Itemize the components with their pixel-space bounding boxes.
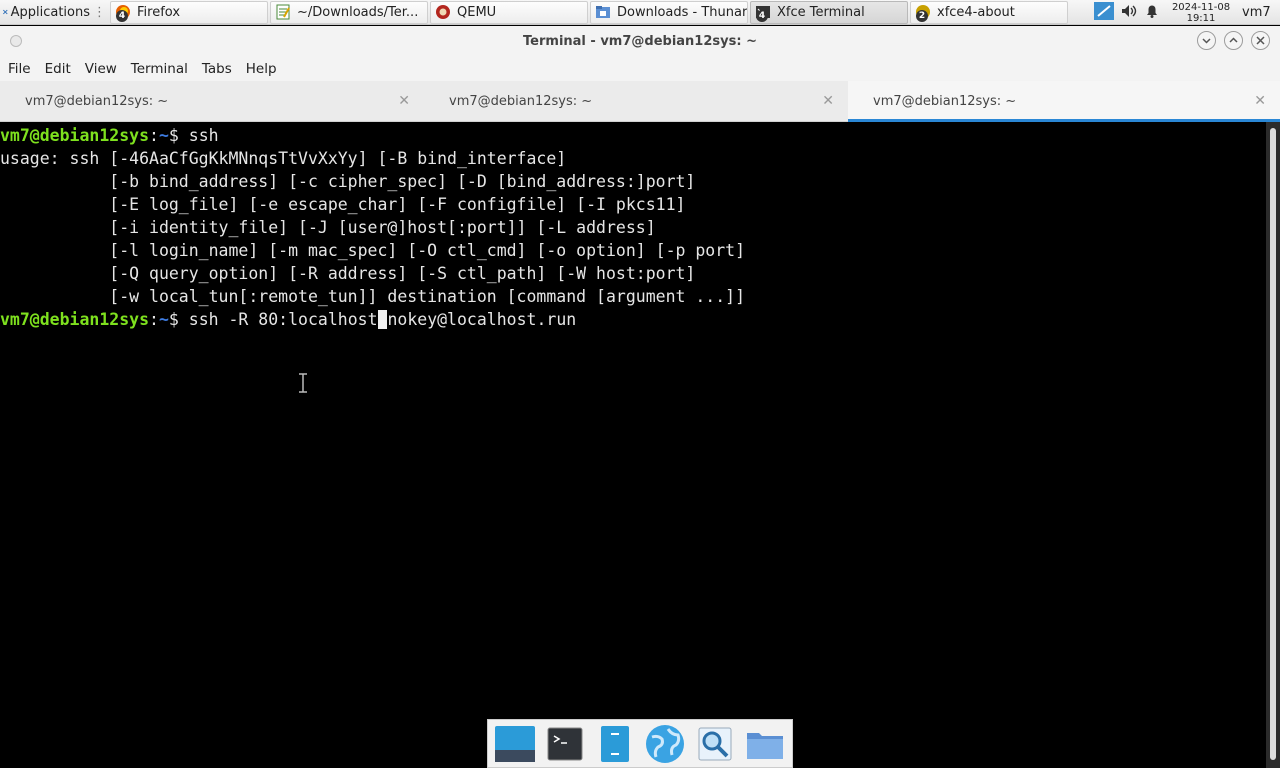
output-line: usage: ssh [-46AaCfGgKkMNnqsTtVvXxYy] [-… (0, 149, 567, 168)
prompt-line: vm7@debian12sys:~$ ssh -R 80:localhost n… (0, 308, 1266, 331)
task-thunar[interactable]: Downloads - Thunar (590, 0, 748, 24)
command-text: nokey@localhost.run (387, 310, 577, 329)
menu-help[interactable]: Help (246, 61, 291, 77)
window-count-badge: 4 (756, 10, 768, 22)
task-label: ~/Downloads/Ter... (297, 4, 419, 20)
window-count-badge: 4 (116, 10, 128, 22)
firefox-icon: 4 (115, 4, 131, 22)
prompt-path: ~ (158, 126, 169, 145)
menu-terminal[interactable]: Terminal (131, 61, 202, 77)
close-icon (1256, 36, 1265, 45)
folder-icon[interactable] (744, 723, 786, 765)
volume-icon[interactable] (1120, 3, 1138, 23)
menu-tabs[interactable]: Tabs (202, 61, 246, 77)
output-line: [-E log_file] [-e escape_char] [-F confi… (0, 195, 686, 214)
output-line: [-l login_name] [-m mac_spec] [-O ctl_cm… (0, 241, 746, 260)
output-line: [-i identity_file] [-J [user@]host[:port… (0, 218, 656, 237)
top-panel: Applications ⋮ 4 Firefox ~/Downloads/Ter… (0, 0, 1280, 25)
task-qemu[interactable]: QEMU (430, 0, 588, 24)
task-label: xfce4-about (937, 4, 1015, 20)
text-cursor (377, 310, 388, 329)
terminal-scrollbar[interactable] (1266, 122, 1280, 768)
prompt-dollar: $ (168, 310, 189, 329)
command-text: ssh -R 80:localhost (188, 310, 378, 329)
menu-edit[interactable]: Edit (45, 61, 85, 77)
maximize-icon (1229, 37, 1238, 43)
user-menu[interactable]: vm7 (1242, 5, 1278, 20)
prompt-dollar: $ (168, 126, 189, 145)
xfce-logo-icon (3, 9, 8, 15)
text-editor-icon (275, 4, 291, 20)
command-text: ssh (188, 126, 219, 145)
window-titlebar[interactable]: Terminal - vm7@debian12sys: ~ (0, 26, 1280, 56)
close-window-button[interactable] (1251, 31, 1270, 50)
tab-close-icon[interactable]: ✕ (822, 93, 834, 109)
tab-label: vm7@debian12sys: ~ (25, 94, 169, 109)
show-desktop-icon[interactable] (494, 723, 536, 765)
scrollbar-thumb[interactable] (1270, 128, 1276, 760)
prompt-separator: : (149, 126, 159, 145)
task-xfce-terminal[interactable]: 4 Xfce Terminal (750, 0, 908, 24)
tab-label: vm7@debian12sys: ~ (449, 94, 593, 109)
tab-close-icon[interactable]: ✕ (398, 93, 410, 109)
system-tray: 2024-11-08 19:11 vm7 (1094, 0, 1280, 25)
terminal-icon: 4 (755, 4, 771, 22)
maximize-button[interactable] (1224, 31, 1243, 50)
tab-label: vm7@debian12sys: ~ (873, 94, 1017, 109)
task-label: Firefox (137, 4, 181, 20)
task-label: Xfce Terminal (777, 4, 865, 20)
terminal-tab-2[interactable]: vm7@debian12sys: ~ ✕ (424, 81, 848, 122)
task-xfce4-about[interactable]: 2 xfce4-about (910, 0, 1068, 24)
prompt-separator: : (149, 310, 159, 329)
terminal-tab-3[interactable]: vm7@debian12sys: ~ ✕ (848, 81, 1280, 122)
terminal-tab-bar: vm7@debian12sys: ~ ✕ vm7@debian12sys: ~ … (0, 81, 1280, 122)
menubar: File Edit View Terminal Tabs Help (0, 56, 1280, 81)
clock-date: 2024-11-08 (1171, 1, 1231, 13)
menu-view[interactable]: View (85, 61, 131, 77)
task-text-editor[interactable]: ~/Downloads/Ter... (270, 0, 428, 24)
output-line: [-b bind_address] [-c cipher_spec] [-D [… (0, 172, 696, 191)
task-firefox[interactable]: 4 Firefox (110, 0, 268, 24)
applications-menu-button[interactable]: Applications ⋮ (0, 0, 110, 25)
network-icon[interactable] (1094, 1, 1114, 24)
applications-label: Applications (10, 4, 90, 20)
file-manager-icon (595, 4, 611, 20)
app-finder-icon[interactable] (694, 723, 736, 765)
ibeam-cursor-icon (299, 373, 307, 393)
about-icon: 2 (915, 4, 931, 22)
terminal-output[interactable]: vm7@debian12sys:~$ ssh usage: ssh [-46Aa… (0, 122, 1266, 768)
window-title: Terminal - vm7@debian12sys: ~ (523, 33, 757, 49)
window-menu-icon[interactable] (10, 35, 22, 47)
minimize-icon (1202, 38, 1211, 44)
output-line: [-w local_tun[:remote_tun]] destination … (0, 287, 746, 306)
prompt-user: vm7@debian12sys (0, 310, 150, 329)
window-count-badge: 2 (916, 10, 928, 22)
qemu-icon (435, 4, 451, 20)
minimize-button[interactable] (1197, 31, 1216, 50)
terminal-icon[interactable] (544, 723, 586, 765)
clock[interactable]: 2024-11-08 19:11 (1166, 2, 1236, 24)
prompt-user: vm7@debian12sys (0, 126, 150, 145)
output-line: [-Q query_option] [-R address] [-S ctl_p… (0, 264, 696, 283)
terminal-tab-1[interactable]: vm7@debian12sys: ~ ✕ (0, 81, 424, 122)
tab-close-icon[interactable]: ✕ (1254, 93, 1266, 109)
menu-file[interactable]: File (8, 61, 45, 77)
task-label: QEMU (457, 4, 497, 20)
web-browser-icon[interactable] (644, 723, 686, 765)
file-manager-icon[interactable] (594, 723, 636, 765)
menu-separator-icon: ⋮ (93, 4, 106, 20)
dock (487, 719, 793, 768)
prompt-line: vm7@debian12sys:~$ ssh (0, 124, 1266, 147)
clock-time: 19:11 (1186, 12, 1216, 24)
prompt-path: ~ (158, 310, 169, 329)
notifications-bell-icon[interactable] (1144, 3, 1160, 23)
task-label: Downloads - Thunar (617, 4, 748, 20)
